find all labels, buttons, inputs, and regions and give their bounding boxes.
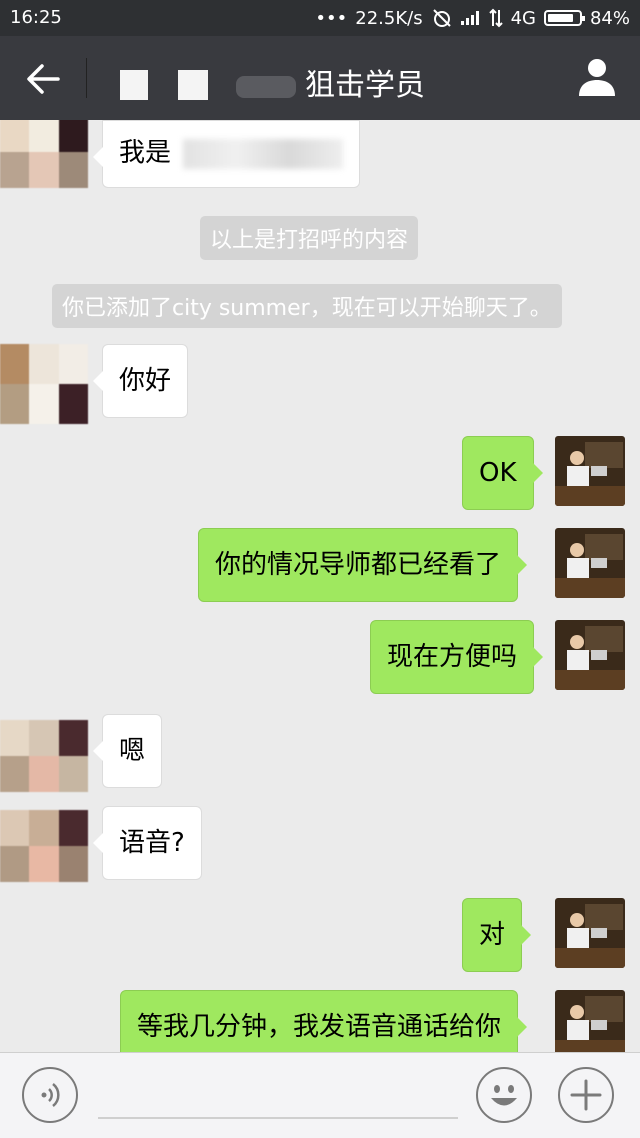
message-text: 语音? xyxy=(119,828,185,858)
voice-input-button[interactable] xyxy=(22,1067,78,1123)
chat-title: 狙击学员 xyxy=(305,68,425,103)
signal-icon xyxy=(460,11,481,25)
message-bubble-sent[interactable]: 你的情况导师都已经看了 xyxy=(198,528,528,602)
message-text: 现在方便吗 xyxy=(387,642,518,672)
network-type: 4G xyxy=(510,7,536,29)
contact-profile-icon[interactable] xyxy=(574,54,620,100)
message-text: OK xyxy=(479,458,517,488)
avatar-photo xyxy=(555,990,625,1052)
avatar-photo xyxy=(555,620,625,690)
emoji-icon xyxy=(491,1085,517,1106)
message-text: 等我几分钟，我发语音通话给你 xyxy=(137,1012,502,1042)
my-avatar[interactable] xyxy=(555,898,625,968)
contact-avatar[interactable] xyxy=(0,810,88,882)
status-dots: ••• xyxy=(315,7,348,29)
contact-avatar[interactable] xyxy=(0,344,88,424)
message-bubble-received[interactable]: 嗯 xyxy=(92,714,163,788)
message-text: 你的情况导师都已经看了 xyxy=(215,550,502,580)
message-bubble-sent[interactable]: 现在方便吗 xyxy=(370,620,544,694)
message-text: 嗯 xyxy=(119,736,146,766)
redacted-name-block xyxy=(120,70,148,100)
chat-area[interactable]: 我是 以上是打招呼的内容 你已添加了city summer，现在可以开始聊天了。… xyxy=(0,120,640,1052)
message-bubble-received[interactable]: 你好 xyxy=(92,344,189,418)
redacted-text xyxy=(183,138,344,169)
my-avatar[interactable] xyxy=(555,528,625,598)
status-bar: 16:25 ••• 22.5K/s 4G 84% xyxy=(0,0,640,36)
system-message: 你已添加了city summer，现在可以开始聊天了。 xyxy=(52,284,562,328)
my-avatar[interactable] xyxy=(555,990,625,1052)
message-text: 我是 xyxy=(119,138,172,168)
system-message: 以上是打招呼的内容 xyxy=(200,216,419,260)
alarm-off-icon xyxy=(432,9,451,27)
title-bar: 狙击学员 xyxy=(0,36,640,120)
message-bubble-sent[interactable]: 对 xyxy=(462,898,532,972)
message-bubble-sent[interactable]: 等我几分钟，我发语音通话给你 xyxy=(120,990,528,1052)
avatar-photo xyxy=(555,528,625,598)
more-actions-button[interactable] xyxy=(558,1067,614,1123)
message-bubble-received[interactable]: 我是 xyxy=(92,120,361,188)
message-bubble-sent[interactable]: OK xyxy=(462,436,542,510)
my-avatar[interactable] xyxy=(555,620,625,690)
contact-avatar[interactable] xyxy=(0,120,88,188)
status-icons: ••• 22.5K/s 4G 84% xyxy=(315,7,630,29)
contact-avatar[interactable] xyxy=(0,720,88,792)
message-input[interactable] xyxy=(98,1117,458,1119)
status-time: 16:25 xyxy=(10,7,62,28)
battery-icon xyxy=(543,10,585,26)
redacted-name-block xyxy=(178,70,208,100)
input-bar xyxy=(0,1052,640,1138)
network-speed: 22.5K/s xyxy=(355,7,423,29)
message-bubble-received[interactable]: 语音? xyxy=(93,806,202,880)
avatar-photo xyxy=(555,436,625,506)
message-text: 你好 xyxy=(119,366,172,396)
battery-percent: 84% xyxy=(589,7,630,29)
title-divider xyxy=(86,58,87,98)
data-transfer-icon xyxy=(488,8,503,28)
emoji-button[interactable] xyxy=(476,1067,532,1123)
battery-level xyxy=(547,14,574,22)
voice-icon xyxy=(41,1083,60,1107)
my-avatar[interactable] xyxy=(555,436,625,506)
message-text: 对 xyxy=(479,920,506,950)
redacted-name-block xyxy=(236,76,296,98)
avatar-photo xyxy=(555,898,625,968)
back-arrow-icon[interactable] xyxy=(20,56,66,102)
plus-icon xyxy=(570,1079,602,1111)
